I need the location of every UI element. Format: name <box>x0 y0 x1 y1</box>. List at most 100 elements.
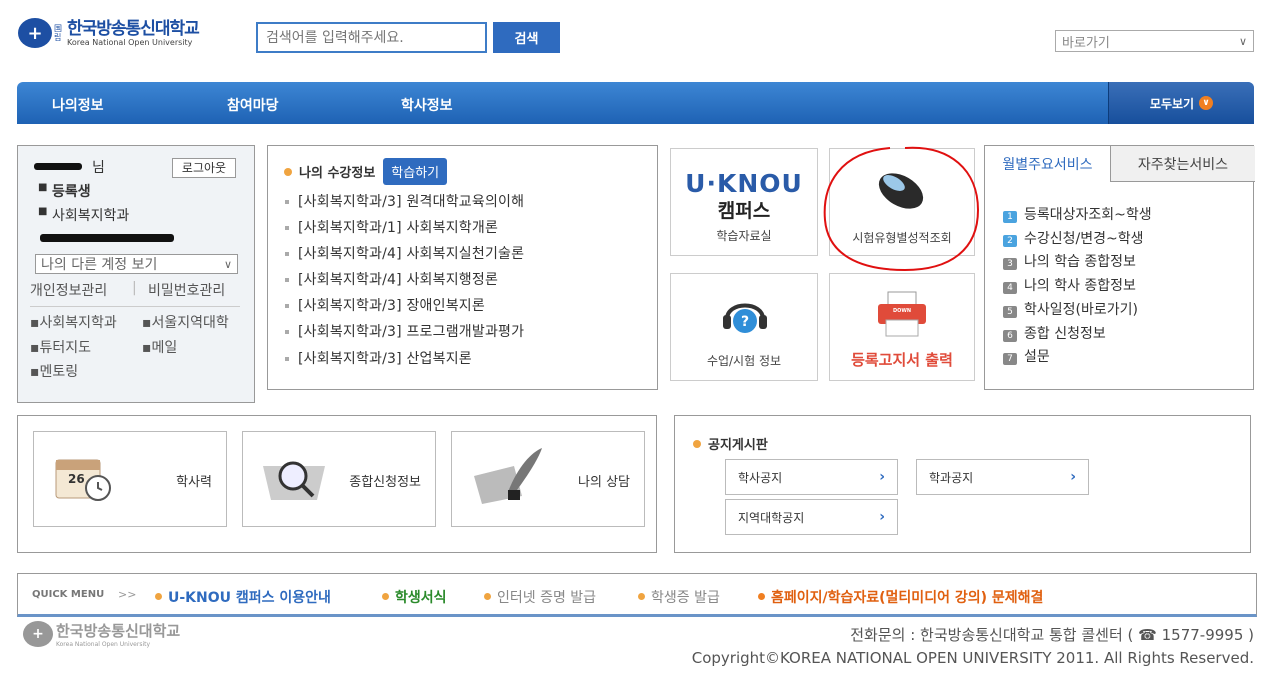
calendar-clock-icon <box>55 459 111 501</box>
academic-notice-button[interactable]: 학사공지 › <box>725 459 898 495</box>
course-label: [사회복지학과/1] 사회복지학개론 <box>298 220 499 236</box>
logo-emblem-icon: + <box>18 18 52 48</box>
contact-phone: 전화문의 : 한국방송통신대학교 통합 콜센터 ( ☎ 1577-9995 ) <box>850 626 1254 644</box>
course-item[interactable]: [사회복지학과/3] 산업복지론 <box>285 348 472 368</box>
redacted-id <box>40 234 174 242</box>
quick-link-label: 서울지역대학 <box>151 315 229 331</box>
service-item[interactable]: 2 수강신청/변경~학생 <box>1003 228 1144 248</box>
class-exam-tile[interactable]: ? 수업/시험 정보 <box>670 273 818 381</box>
service-item[interactable]: 3 나의 학습 종합정보 <box>1003 251 1136 271</box>
chevron-right-icon: › <box>879 469 885 485</box>
quick-tiles-panel: 26 학사력 종합신청정보 나의 상담 <box>17 415 657 553</box>
quick-link-mail[interactable]: ▪메일 <box>142 337 177 357</box>
chevron-right-icon: › <box>1070 469 1076 485</box>
print-bill-tile[interactable]: DOWN 등록고지서 출력 <box>829 273 975 381</box>
course-item[interactable]: [사회복지학과/4] 사회복지실천기술론 <box>285 243 524 263</box>
logo-subtitle: Korea National Open University <box>67 37 193 47</box>
quick-menu-item[interactable]: 홈페이지/학습자료(멀티미디어 강의) 문제해결 <box>758 587 1043 607</box>
number-badge: 2 <box>1003 235 1017 247</box>
application-info-tile[interactable]: 종합신청정보 <box>242 431 436 527</box>
chevron-right-icon: › <box>879 509 885 525</box>
footer-logo-title: 한국방송통신대학교 <box>56 622 181 640</box>
service-item[interactable]: 7 설문 <box>1003 346 1050 366</box>
course-item[interactable]: [사회복지학과/3] 장애인복지론 <box>285 295 485 315</box>
course-item[interactable]: [사회복지학과/3] 원격대학교육의이해 <box>285 191 524 211</box>
counseling-tile[interactable]: 나의 상담 <box>451 431 645 527</box>
course-label: [사회복지학과/3] 산업복지론 <box>298 351 472 367</box>
printer-icon <box>878 291 926 337</box>
quick-link-mentoring[interactable]: ▪멘토링 <box>30 361 78 381</box>
user-suffix: 님 <box>92 160 105 176</box>
academic-calendar-tile[interactable]: 26 학사력 <box>33 431 227 527</box>
user-panel: 님 로그아웃 ■ 등록생 ■ 사회복지학과 나의 다른 계정 보기 ∨ 개인정보… <box>17 145 255 403</box>
chevron-down-icon: ∨ <box>1199 96 1214 110</box>
search-button[interactable]: 검색 <box>493 22 560 53</box>
password-link[interactable]: 비밀번호관리 <box>148 280 225 300</box>
number-badge: 3 <box>1003 258 1017 270</box>
quick-link-label: 사회복지학과 <box>39 315 117 331</box>
bullet-icon <box>693 439 701 448</box>
headset-help-icon: ? <box>723 303 767 333</box>
tab-monthly[interactable]: 월별주요서비스 <box>985 146 1111 182</box>
footer-logo: + 한국방송통신대학교 Korea National Open Universi… <box>23 621 213 648</box>
quick-link-tutor[interactable]: ▪튜터지도 <box>30 337 91 357</box>
nav-item-community[interactable]: 참여마당 <box>227 95 279 115</box>
notice-title: 공지게시판 <box>708 438 768 453</box>
service-item[interactable]: 4 나의 학사 종합정보 <box>1003 275 1136 295</box>
exam-score-label: 시험유형별성적조회 <box>852 231 952 245</box>
quick-menu-label: 학생증 발급 <box>651 590 720 606</box>
footer-logo-subtitle: Korea National Open University <box>56 641 151 648</box>
course-label: [사회복지학과/4] 사회복지실천기술론 <box>298 246 525 262</box>
tab-frequent[interactable]: 자주찾는서비스 <box>1111 146 1255 182</box>
bullet-icon: ■ <box>38 182 48 193</box>
uknou-campus-tile[interactable]: U·KNOU 캠퍼스 학습자료실 <box>670 148 818 256</box>
user-status: 등록생 <box>52 184 91 200</box>
exam-score-tile[interactable]: 시험유형별성적조회 <box>829 148 975 256</box>
service-item[interactable]: 5 학사일정(바로가기) <box>1003 299 1138 319</box>
nav-item-my-info[interactable]: 나의정보 <box>52 95 104 115</box>
course-label: [사회복지학과/3] 원격대학교육의이해 <box>298 194 525 210</box>
logout-button[interactable]: 로그아웃 <box>172 158 236 178</box>
quick-menu-item[interactable]: 학생서식 <box>382 587 447 607</box>
search-input[interactable] <box>256 22 487 53</box>
university-logo[interactable]: + 国 립 한국방송통신대학교 Korea National Open Univ… <box>18 16 240 50</box>
course-item[interactable]: [사회복지학과/3] 프로그램개발과평가 <box>285 321 524 341</box>
course-item[interactable]: [사회복지학과/4] 사회복지행정론 <box>285 269 498 289</box>
course-item[interactable]: [사회복지학과/1] 사회복지학개론 <box>285 217 498 237</box>
quick-menu-label: 학생서식 <box>395 590 447 606</box>
divider <box>30 306 240 307</box>
department-notice-button[interactable]: 학과공지 › <box>916 459 1089 495</box>
other-account-label: 나의 다른 계정 보기 <box>41 257 158 273</box>
quick-link-department[interactable]: ▪사회복지학과 <box>30 312 117 332</box>
button-label: 학과공지 <box>929 470 974 485</box>
service-label: 설문 <box>1024 349 1050 365</box>
course-label: [사회복지학과/4] 사회복지행정론 <box>298 272 499 288</box>
quick-link-label: 메일 <box>151 340 178 356</box>
application-info-label: 종합신청정보 <box>349 475 421 490</box>
quick-menu-item[interactable]: 학생증 발급 <box>638 587 720 607</box>
quick-menu-item[interactable]: 인터넷 증명 발급 <box>484 587 596 607</box>
goto-select-value: 바로가기 <box>1062 35 1110 51</box>
bullet-icon <box>284 167 292 176</box>
service-label: 종합 신청정보 <box>1024 326 1106 342</box>
regional-notice-button[interactable]: 지역대학공지 › <box>725 499 898 535</box>
course-label: [사회복지학과/3] 프로그램개발과평가 <box>298 324 525 340</box>
quick-menu-item[interactable]: U-KNOU 캠퍼스 이용안내 <box>155 587 331 607</box>
quick-link-region[interactable]: ▪서울지역대학 <box>142 312 229 332</box>
all-view-label: 모두보기 <box>1149 96 1195 111</box>
quick-link-label: 멘토링 <box>39 364 79 380</box>
other-account-select[interactable]: 나의 다른 계정 보기 ∨ <box>35 254 238 274</box>
course-info-panel: 나의 수강정보 학습하기 [사회복지학과/3] 원격대학교육의이해 [사회복지학… <box>267 145 658 390</box>
quick-link-label: 튜터지도 <box>39 340 92 356</box>
chevron-down-icon: ∨ <box>1238 34 1247 48</box>
quick-menu-label: 홈페이지/학습자료(멀티미디어 강의) 문제해결 <box>771 590 1044 606</box>
all-view-button[interactable]: 모두보기 ∨ <box>1108 82 1254 124</box>
service-item[interactable]: 1 등록대상자조회~학생 <box>1003 204 1152 224</box>
goto-select[interactable]: 바로가기 ∨ <box>1055 30 1254 52</box>
nav-item-academic[interactable]: 학사정보 <box>401 95 453 115</box>
study-button[interactable]: 학습하기 <box>383 158 448 185</box>
service-label: 학사일정(바로가기) <box>1024 302 1138 318</box>
service-label: 나의 학사 종합정보 <box>1024 278 1136 294</box>
service-item[interactable]: 6 종합 신청정보 <box>1003 323 1106 343</box>
profile-link[interactable]: 개인정보관리 <box>30 280 107 300</box>
